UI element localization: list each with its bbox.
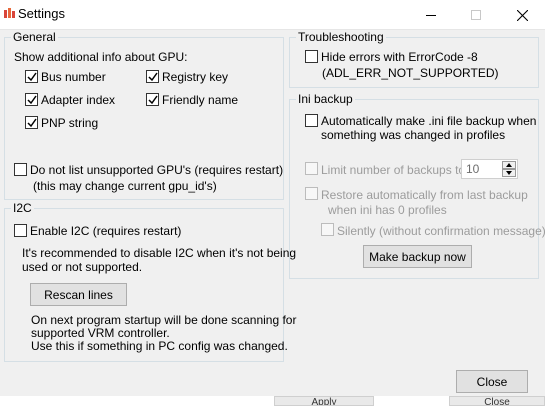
checkmark-icon bbox=[27, 95, 37, 105]
bus-number-label[interactable]: Bus number bbox=[41, 70, 106, 84]
auto-backup-label[interactable]: Automatically make .ini file backup when bbox=[321, 114, 536, 128]
restore-auto-checkbox[interactable] bbox=[305, 187, 318, 200]
silently-checkbox[interactable] bbox=[321, 223, 334, 236]
background-apply-button: Apply bbox=[274, 396, 374, 406]
maximize-button[interactable] bbox=[453, 0, 499, 30]
silently-label[interactable]: Silently (without confirmation message) bbox=[337, 224, 545, 238]
i2c-info-line1: On next program startup will be done sca… bbox=[31, 313, 297, 327]
pnp-string-checkbox[interactable] bbox=[25, 116, 38, 129]
chevron-down-icon bbox=[506, 171, 512, 175]
checkmark-icon bbox=[148, 72, 158, 82]
i2c-group-title: I2C bbox=[11, 201, 34, 215]
adapter-index-label[interactable]: Adapter index bbox=[41, 93, 115, 107]
auto-backup-label-line2: something was changed in profiles bbox=[321, 128, 506, 142]
hide-errors-checkbox[interactable] bbox=[305, 50, 318, 63]
adapter-index-checkbox[interactable] bbox=[25, 93, 38, 106]
close-button[interactable]: Close bbox=[456, 370, 528, 393]
background-close-button: Close bbox=[449, 396, 545, 406]
checkmark-icon bbox=[27, 72, 37, 82]
registry-key-label[interactable]: Registry key bbox=[162, 70, 228, 84]
close-icon bbox=[516, 9, 528, 21]
hide-errors-code: (ADL_ERR_NOT_SUPPORTED) bbox=[322, 66, 499, 80]
limit-backups-checkbox[interactable] bbox=[305, 162, 318, 175]
enable-i2c-label[interactable]: Enable I2C (requires restart) bbox=[30, 224, 181, 238]
i2c-note-line2: used or not supported. bbox=[22, 260, 143, 274]
app-icon bbox=[4, 8, 15, 20]
checkmark-icon bbox=[27, 118, 37, 128]
minimize-button[interactable] bbox=[408, 0, 454, 30]
restore-auto-label[interactable]: Restore automatically from last backup bbox=[321, 188, 528, 202]
window-title: Settings bbox=[18, 6, 65, 21]
chevron-up-icon bbox=[506, 163, 512, 167]
checkmark-icon bbox=[148, 95, 158, 105]
auto-backup-checkbox[interactable] bbox=[305, 114, 318, 127]
troubleshooting-group-title: Troubleshooting bbox=[296, 30, 386, 44]
ini-backup-group-title: Ini backup bbox=[296, 92, 355, 106]
friendly-name-label[interactable]: Friendly name bbox=[162, 93, 238, 107]
background-strip: Apply Close bbox=[0, 396, 545, 406]
close-window-button[interactable] bbox=[499, 0, 545, 30]
maximize-icon bbox=[471, 10, 481, 20]
restore-auto-note: when ini has 0 profiles bbox=[328, 203, 447, 217]
pnp-string-label[interactable]: PNP string bbox=[41, 116, 98, 130]
limit-backups-value[interactable]: 10 bbox=[466, 162, 479, 176]
i2c-info-line3: Use this if something in PC config was c… bbox=[31, 339, 288, 353]
unsupported-gpu-checkbox[interactable] bbox=[14, 163, 27, 176]
limit-backups-stepper[interactable]: 10 bbox=[461, 159, 518, 179]
unsupported-gpu-note: (this may change current gpu_id's) bbox=[33, 179, 217, 193]
general-group-title: General bbox=[11, 30, 58, 44]
gpu-info-label: Show additional info about GPU: bbox=[14, 50, 188, 64]
registry-key-checkbox[interactable] bbox=[146, 70, 159, 83]
rescan-lines-button[interactable]: Rescan lines bbox=[30, 283, 127, 306]
enable-i2c-checkbox[interactable] bbox=[14, 224, 27, 237]
bus-number-checkbox[interactable] bbox=[25, 70, 38, 83]
hide-errors-label[interactable]: Hide errors with ErrorCode -8 bbox=[321, 50, 478, 64]
i2c-info-line2: supported VRM controller. bbox=[31, 326, 170, 340]
minimize-icon bbox=[426, 14, 436, 16]
friendly-name-checkbox[interactable] bbox=[146, 93, 159, 106]
make-backup-button[interactable]: Make backup now bbox=[363, 245, 472, 268]
unsupported-gpu-label[interactable]: Do not list unsupported GPU's (requires … bbox=[30, 163, 283, 177]
i2c-note-line1: It's recommended to disable I2C when it'… bbox=[22, 246, 297, 260]
stepper-up-button[interactable] bbox=[502, 161, 516, 169]
title-bar[interactable]: Settings bbox=[0, 0, 545, 30]
stepper-down-button[interactable] bbox=[502, 169, 516, 177]
limit-backups-label[interactable]: Limit number of backups to bbox=[321, 163, 465, 177]
